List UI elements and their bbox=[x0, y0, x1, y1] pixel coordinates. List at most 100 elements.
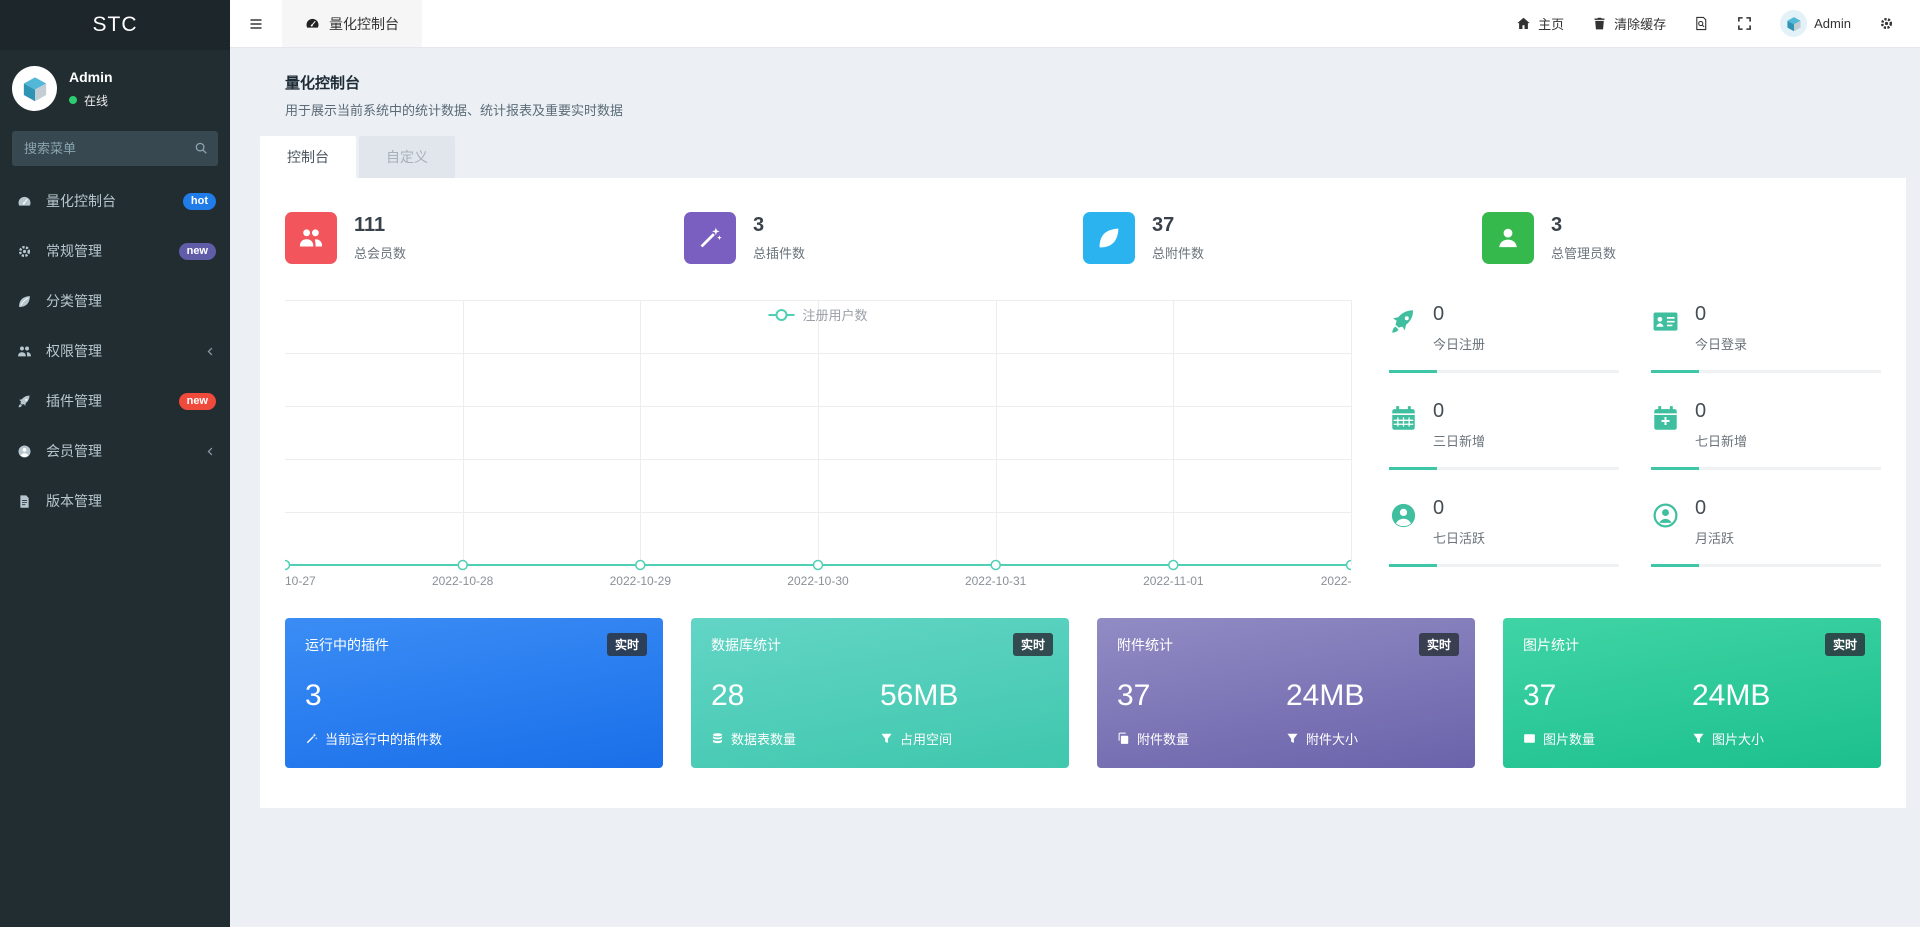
sidebar-item-badge: hot bbox=[182, 192, 216, 210]
realtime-badge: 实时 bbox=[1012, 633, 1053, 656]
wand-icon bbox=[684, 212, 736, 264]
mini-stat-seven-day-new: 0 七日新增 bbox=[1651, 401, 1881, 470]
sidebar-item-general[interactable]: 常规管理 new bbox=[0, 226, 230, 276]
stat-plugins: 3 总插件数 bbox=[684, 212, 1083, 264]
info-card-attachment: 附件统计 实时 37 附件数量 24MB 附件大小 bbox=[1097, 618, 1475, 768]
realtime-badge: 实时 bbox=[1824, 633, 1865, 656]
x-axis-tick: 2022-10-30 bbox=[787, 574, 849, 588]
leaf-icon bbox=[1083, 212, 1135, 264]
metric: 28 数据表数量 bbox=[711, 679, 880, 748]
tab-custom[interactable]: 自定义 bbox=[359, 136, 455, 178]
metric-value: 37 bbox=[1523, 679, 1557, 712]
x-axis-tick: 2022-11-02 bbox=[1320, 574, 1351, 588]
metric: 3 当前运行中的插件数 bbox=[305, 679, 643, 748]
x-axis-tick: 2022-11-01 bbox=[1143, 574, 1204, 588]
mini-stat-value: 0 bbox=[1433, 303, 1445, 325]
metric-label-text: 附件数量 bbox=[1137, 731, 1190, 747]
legend-label: 注册用户数 bbox=[802, 308, 868, 323]
grid-vline bbox=[995, 300, 997, 565]
x-axis-tick: 2022-10-29 bbox=[609, 574, 672, 588]
image-icon bbox=[1523, 732, 1536, 745]
search-input[interactable] bbox=[12, 131, 218, 166]
sidebar-toggle-button[interactable] bbox=[230, 0, 282, 47]
cube-logo-icon bbox=[18, 72, 52, 106]
mini-stat-top: 0 今日注册 bbox=[1389, 304, 1619, 353]
navbar-right: 主页 清除缓存 Admin bbox=[1516, 0, 1920, 47]
sidebar-item-dashboard[interactable]: 量化控制台 hot bbox=[0, 176, 230, 226]
mini-stat-top: 0 七日新增 bbox=[1651, 401, 1881, 450]
realtime-badge: 实时 bbox=[606, 633, 647, 656]
sidebar-item-member[interactable]: 会员管理 bbox=[0, 426, 230, 476]
leaf-icon bbox=[14, 294, 35, 309]
metric-label-text: 当前运行中的插件数 bbox=[325, 731, 443, 747]
database-icon bbox=[711, 732, 724, 745]
mini-stat-top: 0 月活跃 bbox=[1651, 498, 1881, 547]
metric-value: 24MB bbox=[1286, 679, 1365, 712]
sidebar-item-plugin[interactable]: 插件管理 new bbox=[0, 376, 230, 426]
idcard-icon bbox=[1651, 307, 1680, 353]
mini-stat-text: 0 今日注册 bbox=[1433, 304, 1485, 353]
metric: 24MB 附件大小 bbox=[1286, 679, 1455, 748]
grid-vline bbox=[1173, 300, 1175, 565]
metric-label: 图片数量 bbox=[1523, 729, 1692, 748]
metric-label: 附件大小 bbox=[1286, 729, 1455, 748]
info-card-metrics: 3 当前运行中的插件数 bbox=[305, 679, 643, 748]
brand-logo[interactable]: STC bbox=[0, 0, 230, 50]
page: { "brand": "STC", "sidebar": { "user": {… bbox=[0, 0, 1920, 927]
sidebar-item-version[interactable]: 版本管理 bbox=[0, 476, 230, 526]
dashboard-panel: 111 总会员数 3 总插件数 37 总附件数 3 总管理员数 注册用户数 2022-10-2… bbox=[260, 178, 1906, 808]
info-card-title: 运行中的插件 bbox=[305, 637, 389, 653]
log-viewer-button[interactable] bbox=[1694, 16, 1709, 31]
stat-text: 111 总会员数 bbox=[354, 215, 406, 262]
settings-button[interactable] bbox=[1879, 16, 1894, 31]
search-icon[interactable] bbox=[194, 141, 208, 155]
sidebar-item-permission[interactable]: 权限管理 bbox=[0, 326, 230, 376]
stat-label: 总附件数 bbox=[1152, 245, 1205, 261]
chevron-left-icon bbox=[205, 446, 216, 457]
home-link[interactable]: 主页 bbox=[1516, 14, 1564, 33]
funnel-icon bbox=[880, 732, 893, 745]
chart-legend[interactable]: 注册用户数 bbox=[768, 305, 868, 324]
metric-label: 当前运行中的插件数 bbox=[305, 729, 643, 748]
info-card-metrics: 37 附件数量 24MB 附件大小 bbox=[1117, 679, 1455, 748]
metric-label: 数据表数量 bbox=[711, 729, 880, 748]
dash-row: 注册用户数 2022-10-27 2022-10-28 2022-10-29 2022… bbox=[285, 300, 1881, 590]
rocket-icon bbox=[14, 394, 35, 409]
mini-stat-progress bbox=[1389, 467, 1619, 470]
metric-value: 3 bbox=[305, 679, 322, 712]
mini-stat-progress bbox=[1651, 370, 1881, 373]
grid-vline bbox=[640, 300, 642, 565]
fullscreen-button[interactable] bbox=[1737, 16, 1752, 31]
metric-label: 图片大小 bbox=[1692, 729, 1861, 748]
metric: 37 图片数量 bbox=[1523, 679, 1692, 748]
mini-stat-text: 0 月活跃 bbox=[1695, 498, 1734, 547]
navbar-tab-dashboard[interactable]: 量化控制台 bbox=[282, 0, 422, 47]
metric-value: 24MB bbox=[1692, 679, 1771, 712]
mini-stat-value: 0 bbox=[1695, 303, 1707, 325]
chevron-left-icon bbox=[205, 346, 216, 357]
grid-vline bbox=[1351, 300, 1352, 565]
mini-stat-progress bbox=[1651, 467, 1881, 470]
avatar bbox=[12, 66, 57, 111]
user-circle-icon bbox=[14, 444, 35, 459]
user-info: Admin 在线 bbox=[69, 69, 113, 109]
info-card-title: 附件统计 bbox=[1117, 637, 1173, 653]
sidebar-item-badge: new bbox=[178, 242, 216, 260]
sidebar-item-category[interactable]: 分类管理 bbox=[0, 276, 230, 326]
clear-cache-link[interactable]: 清除缓存 bbox=[1592, 14, 1666, 33]
metric: 56MB 占用空间 bbox=[880, 679, 1049, 748]
metric: 37 附件数量 bbox=[1117, 679, 1286, 748]
info-cards-row: 运行中的插件 实时 3 当前运行中的插件数 数据库统计 实时 28 数据表数量 56MB 占用空间… bbox=[285, 618, 1881, 768]
metric: 24MB 图片大小 bbox=[1692, 679, 1861, 748]
avatar bbox=[1780, 10, 1808, 37]
home-link-label: 主页 bbox=[1538, 17, 1565, 32]
online-dot-icon bbox=[69, 96, 77, 104]
tab-console[interactable]: 控制台 bbox=[260, 136, 356, 178]
stat-label: 总会员数 bbox=[354, 245, 407, 261]
sidebar-menu: 量化控制台 hot 常规管理 new 分类管理 权限管理 插件管理 new 会员管理 版本管理 bbox=[0, 176, 230, 526]
user-menu[interactable]: Admin bbox=[1780, 10, 1851, 37]
sidebar-item-label: 插件管理 bbox=[46, 393, 102, 409]
sidebar-item-label: 分类管理 bbox=[46, 293, 102, 309]
rocket-icon bbox=[1389, 307, 1418, 353]
user-status[interactable]: 在线 bbox=[69, 92, 113, 109]
